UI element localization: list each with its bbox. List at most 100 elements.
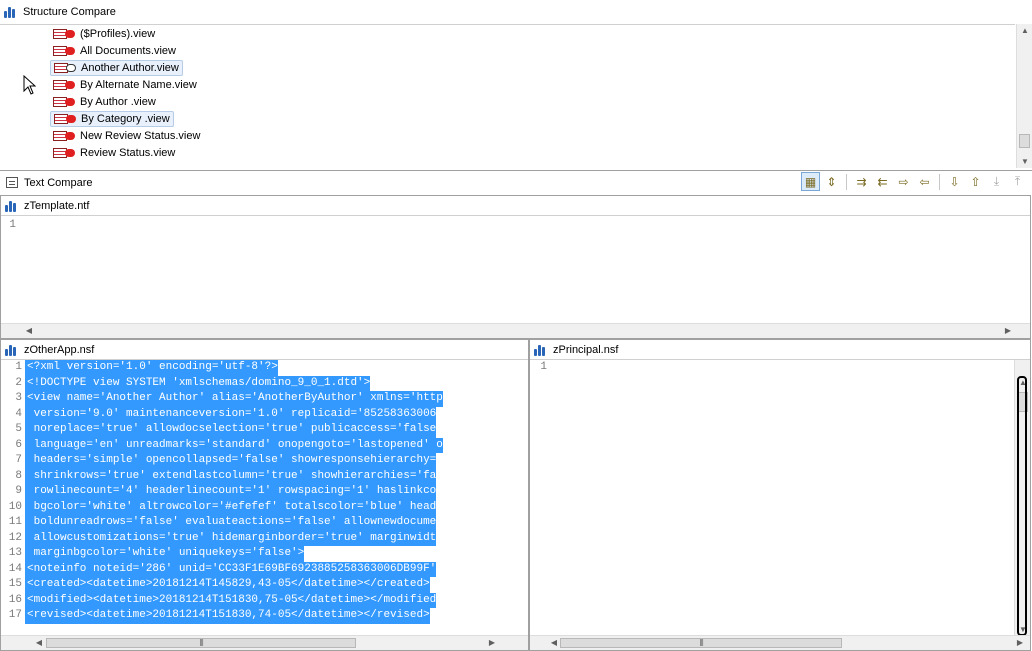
- structure-compare-header: Structure Compare: [0, 0, 1032, 24]
- structure-tree-scrollbar[interactable]: ▲ ▼: [1016, 24, 1032, 168]
- scroll-right-arrow-icon[interactable]: ▶: [1012, 638, 1028, 647]
- right-pane-header: zPrincipal.nsf: [530, 340, 1030, 360]
- compare-app-icon: [4, 6, 18, 18]
- left-pane: zOtherApp.nsf 1 <?xml version='1.0' encod…: [0, 339, 529, 651]
- copy-change-left-to-right-icon[interactable]: ⇨: [894, 172, 913, 191]
- copy-change-right-to-left-icon[interactable]: ⇦: [915, 172, 934, 191]
- scroll-up-arrow-icon[interactable]: ▲: [1017, 26, 1032, 35]
- line-number: 7: [15, 454, 22, 466]
- tree-item[interactable]: All Documents.view: [50, 43, 179, 59]
- right-horizontal-scrollbar[interactable]: ◀ |||| ▶: [530, 635, 1030, 650]
- overview-ruler: [1017, 376, 1027, 636]
- code-text: <!DOCTYPE view SYSTEM 'xmlschemas/domino…: [25, 375, 371, 391]
- line-number: 17: [8, 609, 22, 621]
- code-text: rowlinecount='4' headerlinecount='1' row…: [25, 484, 437, 500]
- right-code-area[interactable]: 1: [530, 360, 992, 376]
- code-line[interactable]: 8 shrinkrows='true' extendlastcolumn='tr…: [1, 468, 502, 484]
- scrollbar-thumb[interactable]: [1019, 134, 1030, 148]
- copy-all-right-to-left-icon[interactable]: ⇇: [873, 172, 892, 191]
- code-line[interactable]: 3 <view name='Another Author' alias='Anot…: [1, 391, 502, 407]
- tree-item[interactable]: By Category .view: [50, 111, 174, 127]
- code-line[interactable]: 5 noreplace='true' allowdocselection='tr…: [1, 422, 502, 438]
- code-text: marginbgcolor='white' uniquekeys='false'…: [25, 546, 305, 562]
- left-horizontal-scrollbar[interactable]: ◀ |||| ▶: [1, 635, 528, 650]
- line-number: 6: [15, 438, 22, 451]
- right-pane-title: zPrincipal.nsf: [553, 343, 619, 356]
- code-line[interactable]: 14 <noteinfo noteid='286' unid='CC33F1E69…: [1, 561, 502, 577]
- ancestor-code-area[interactable]: 1: [1, 218, 1021, 234]
- previous-difference-icon[interactable]: ⇧: [966, 172, 985, 191]
- code-line[interactable]: 4 version='9.0' maintenanceversion='1.0'…: [1, 406, 502, 422]
- three-pane-layout-icon[interactable]: ⇕: [822, 172, 841, 191]
- code-text: language='en' unreadmarks='standard' ono…: [25, 437, 443, 453]
- right-pane: zPrincipal.nsf 1 ▲ ▼ ◀ |||| ▶: [529, 339, 1031, 651]
- code-text: version='9.0' maintenanceversion='1.0' r…: [25, 406, 437, 422]
- code-line[interactable]: 17 <revised><datetime>20181214T151830,74-…: [1, 608, 502, 624]
- view-design-icon: [53, 80, 75, 90]
- tree-item[interactable]: ($Profiles).view: [50, 26, 158, 42]
- code-line[interactable]: 15 <created><datetime>20181214T145829,43-…: [1, 577, 502, 593]
- scroll-left-arrow-icon[interactable]: ◀: [31, 638, 47, 647]
- tree-item-label: By Alternate Name.view: [80, 79, 197, 91]
- code-line[interactable]: 9 rowlinecount='4' headerlinecount='1' r…: [1, 484, 502, 500]
- code-line[interactable]: 12 allowcustomizations='true' hidemargin…: [1, 530, 502, 546]
- line-number: 9: [15, 485, 22, 497]
- text-compare-icon: [6, 177, 18, 188]
- code-text: boldunreadrows='false' evaluateactions='…: [25, 515, 437, 531]
- code-line[interactable]: 1: [1, 218, 1021, 234]
- code-line[interactable]: 11 boldunreadrows='false' evaluateaction…: [1, 515, 502, 531]
- tree-item-label: All Documents.view: [80, 45, 176, 57]
- code-line[interactable]: 6 language='en' unreadmarks='standard' o…: [1, 437, 502, 453]
- tree-item[interactable]: Another Author.view: [50, 60, 183, 76]
- structure-tree[interactable]: ($Profiles).view All Documents.view Anothe…: [0, 24, 1015, 168]
- tree-item[interactable]: By Alternate Name.view: [50, 77, 200, 93]
- scrollbar-thumb[interactable]: ||||: [560, 638, 842, 648]
- view-design-icon: [53, 148, 75, 158]
- tree-item[interactable]: Review Status.view: [50, 145, 178, 161]
- view-design-icon: [53, 46, 75, 56]
- line-number: 8: [15, 469, 22, 482]
- line-number: 1: [15, 361, 22, 373]
- code-line[interactable]: 2 <!DOCTYPE view SYSTEM 'xmlschemas/domin…: [1, 375, 502, 391]
- left-pane-title: zOtherApp.nsf: [24, 343, 95, 356]
- code-text: <noteinfo noteid='286' unid='CC33F1E69BF…: [25, 561, 437, 577]
- tree-item[interactable]: By Author .view: [50, 94, 159, 110]
- scroll-right-arrow-icon[interactable]: ▶: [1000, 326, 1016, 335]
- code-text: <view name='Another Author' alias='Anoth…: [25, 391, 443, 407]
- code-line[interactable]: 7 headers='simple' opencollapsed='false'…: [1, 453, 502, 469]
- next-change-icon[interactable]: ⤓: [987, 172, 1006, 191]
- scroll-left-arrow-icon[interactable]: ◀: [21, 326, 37, 335]
- scrollbar-thumb[interactable]: ||||: [46, 638, 356, 648]
- code-text: allowcustomizations='true' hidemarginbor…: [25, 530, 437, 546]
- line-number: 3: [15, 392, 22, 404]
- copy-all-left-to-right-icon[interactable]: ⇉: [852, 172, 871, 191]
- previous-change-icon[interactable]: ⤒: [1008, 172, 1027, 191]
- next-difference-icon[interactable]: ⇩: [945, 172, 964, 191]
- line-number: 1: [540, 361, 547, 373]
- ancestor-horizontal-scrollbar[interactable]: ◀ ▶: [1, 323, 1030, 338]
- two-pane-layout-icon[interactable]: ▦: [801, 172, 820, 191]
- ancestor-pane-header: zTemplate.ntf: [1, 196, 1030, 216]
- left-pane-gutter: [502, 360, 528, 635]
- code-line[interactable]: 10 bgcolor='white' altrowcolor='#efefef'…: [1, 499, 502, 515]
- code-line[interactable]: 16 <modified><datetime>20181214T151830,75…: [1, 592, 502, 608]
- code-text: <revised><datetime>20181214T151830,74-05…: [25, 608, 430, 624]
- view-design-icon: [54, 114, 76, 124]
- view-design-icon: [54, 63, 76, 73]
- view-design-icon: [53, 97, 75, 107]
- scroll-down-arrow-icon[interactable]: ▼: [1017, 157, 1032, 166]
- mouse-cursor-icon: [23, 75, 37, 95]
- code-text: <?xml version='1.0' encoding='utf-8'?>: [25, 360, 278, 376]
- scroll-right-arrow-icon[interactable]: ▶: [484, 638, 500, 647]
- tree-item[interactable]: New Review Status.view: [50, 128, 203, 144]
- code-line[interactable]: 13 marginbgcolor='white' uniquekeys='fal…: [1, 546, 502, 562]
- code-line[interactable]: 1 <?xml version='1.0' encoding='utf-8'?>: [1, 360, 502, 376]
- left-code-area[interactable]: 1 <?xml version='1.0' encoding='utf-8'?> 2…: [1, 360, 502, 635]
- code-text: <modified><datetime>20181214T151830,75-0…: [25, 592, 437, 608]
- structure-compare-title: Structure Compare: [23, 6, 116, 18]
- tree-item-label: By Author .view: [80, 96, 156, 108]
- code-line[interactable]: 1: [530, 360, 992, 376]
- structure-compare-pane: Structure Compare ($Profiles).view All Do…: [0, 0, 1032, 168]
